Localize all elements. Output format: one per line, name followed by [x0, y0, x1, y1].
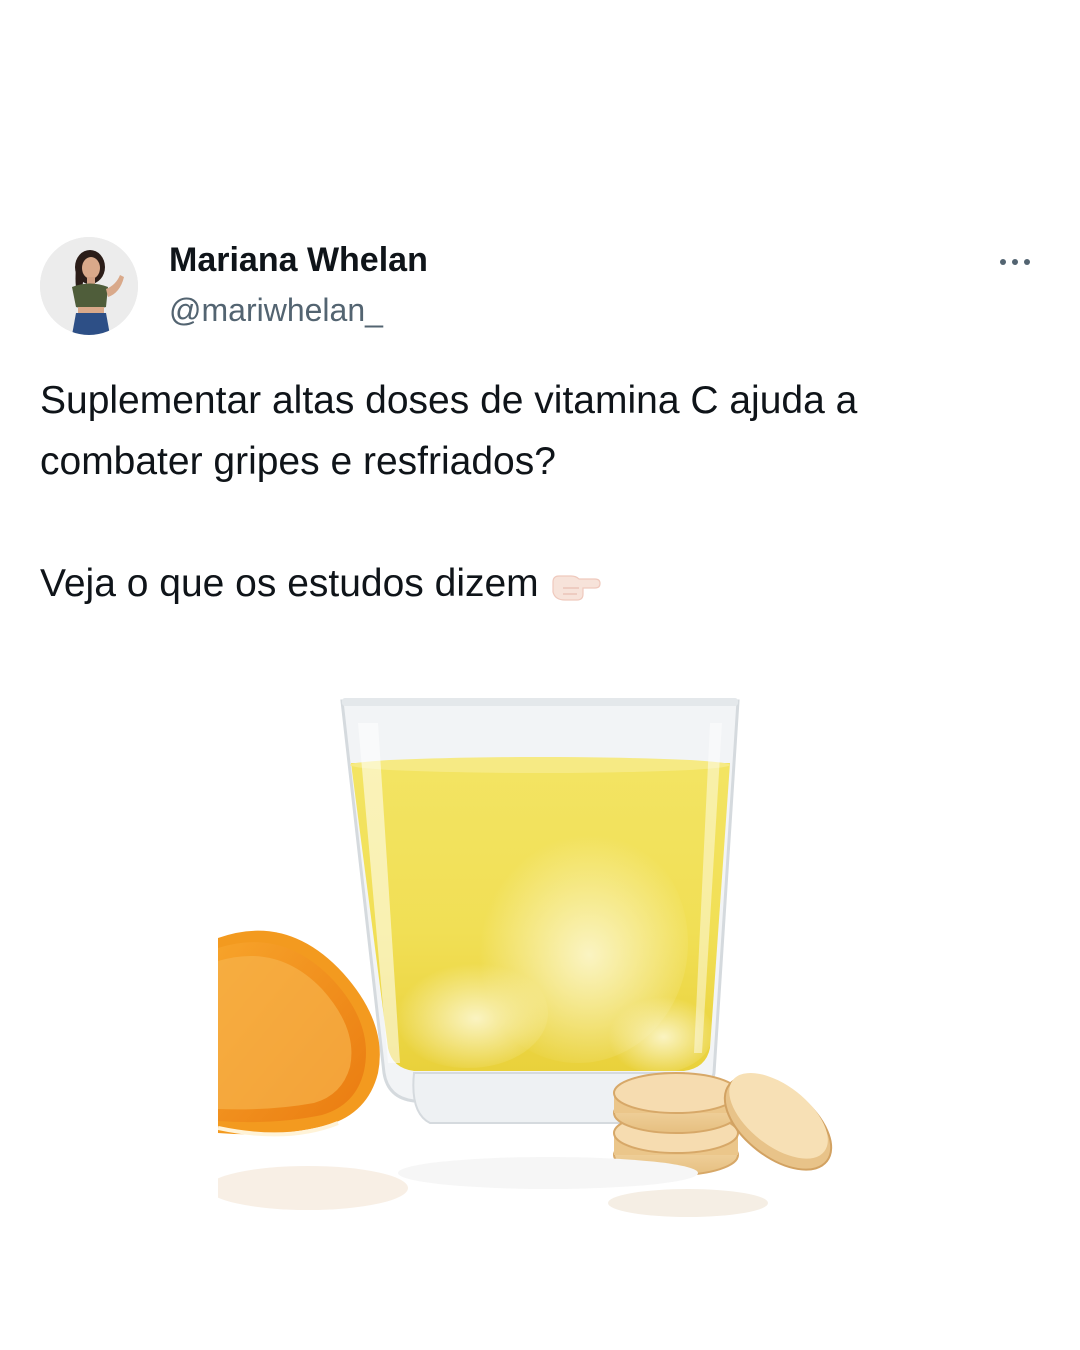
tweet-text-line: Suplementar altas doses de vitamina C aj… [40, 379, 858, 422]
tweet-text-line: Veja o que os estudos dizem [40, 553, 1040, 622]
tweet-text-line: combater gripes e resfriados? [40, 440, 556, 483]
author-name[interactable]: Mariana Whelan [169, 238, 428, 282]
tweet-text: Suplementar altas doses de vitamina C aj… [40, 370, 1040, 622]
more-dots-icon [1024, 259, 1030, 265]
tweet-card: Mariana Whelan @mariwhelan_ Suplementar … [0, 0, 1080, 1350]
vitamin-c-drink-photo [208, 643, 861, 1255]
tweet-text-line-content: Veja o que os estudos dizem [40, 562, 539, 605]
more-dots-icon [1000, 259, 1006, 265]
avatar-photo [40, 237, 138, 335]
avatar[interactable] [40, 237, 138, 335]
tweet-media-image[interactable] [208, 643, 861, 1255]
more-dots-icon [1012, 259, 1018, 265]
author-handle[interactable]: @mariwhelan_ [169, 290, 383, 330]
backhand-index-pointing-right-icon [549, 561, 603, 622]
more-options-button[interactable] [990, 240, 1040, 284]
